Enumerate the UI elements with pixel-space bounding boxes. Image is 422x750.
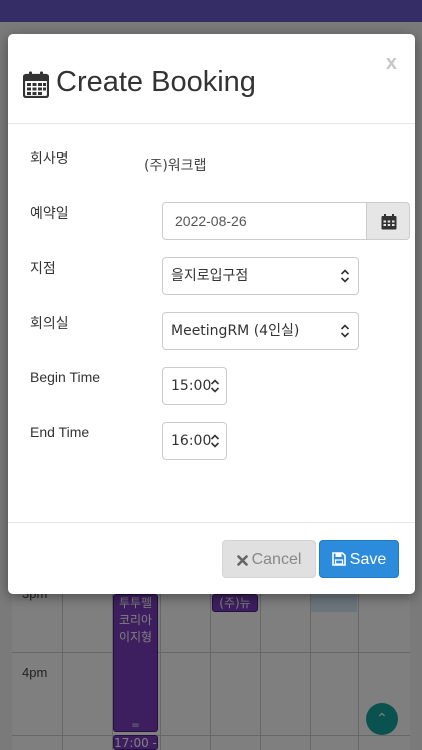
end-time-select[interactable]: 16:00 <box>162 422 227 460</box>
room-selected-value: MeetingRM (4인실) <box>171 323 300 339</box>
begin-time-label: Begin Time <box>30 369 101 385</box>
begin-time-select[interactable]: 15:00 <box>162 367 227 405</box>
cancel-label: Cancel <box>251 551 302 568</box>
calendar-icon <box>22 71 50 99</box>
modal-footer: Cancel Save <box>8 522 415 594</box>
date-picker-button[interactable] <box>366 202 410 240</box>
create-booking-modal: Create Booking x 회사명 (주)워크랩 예약일 2022-08-… <box>8 34 415 594</box>
close-icon[interactable]: x <box>386 52 397 75</box>
modal-header: Create Booking x <box>8 34 415 124</box>
branch-select[interactable]: 을지로입구점 <box>162 257 359 295</box>
modal-title: Create Booking <box>56 66 256 98</box>
end-time-label: End Time <box>30 424 90 440</box>
select-chevron-icon <box>210 434 220 448</box>
floppy-disk-icon <box>331 552 346 566</box>
room-select[interactable]: MeetingRM (4인실) <box>162 312 359 350</box>
company-value: (주)워크랩 <box>144 158 207 174</box>
company-label: 회사명 <box>30 151 69 167</box>
close-icon <box>236 555 248 566</box>
select-chevron-icon <box>340 269 350 283</box>
select-chevron-icon <box>340 324 350 338</box>
room-label: 회의실 <box>30 316 69 332</box>
save-button[interactable]: Save <box>319 540 399 578</box>
branch-label: 지점 <box>30 261 56 277</box>
cancel-button[interactable]: Cancel <box>222 540 316 578</box>
save-label: Save <box>349 551 387 568</box>
date-input[interactable]: 2022-08-26 <box>162 202 367 240</box>
begin-time-value: 15:00 <box>171 378 212 394</box>
select-chevron-icon <box>210 379 220 393</box>
date-label: 예약일 <box>30 206 69 222</box>
branch-selected-value: 을지로입구점 <box>171 268 249 284</box>
calendar-icon <box>381 214 397 230</box>
end-time-value: 16:00 <box>171 433 212 449</box>
